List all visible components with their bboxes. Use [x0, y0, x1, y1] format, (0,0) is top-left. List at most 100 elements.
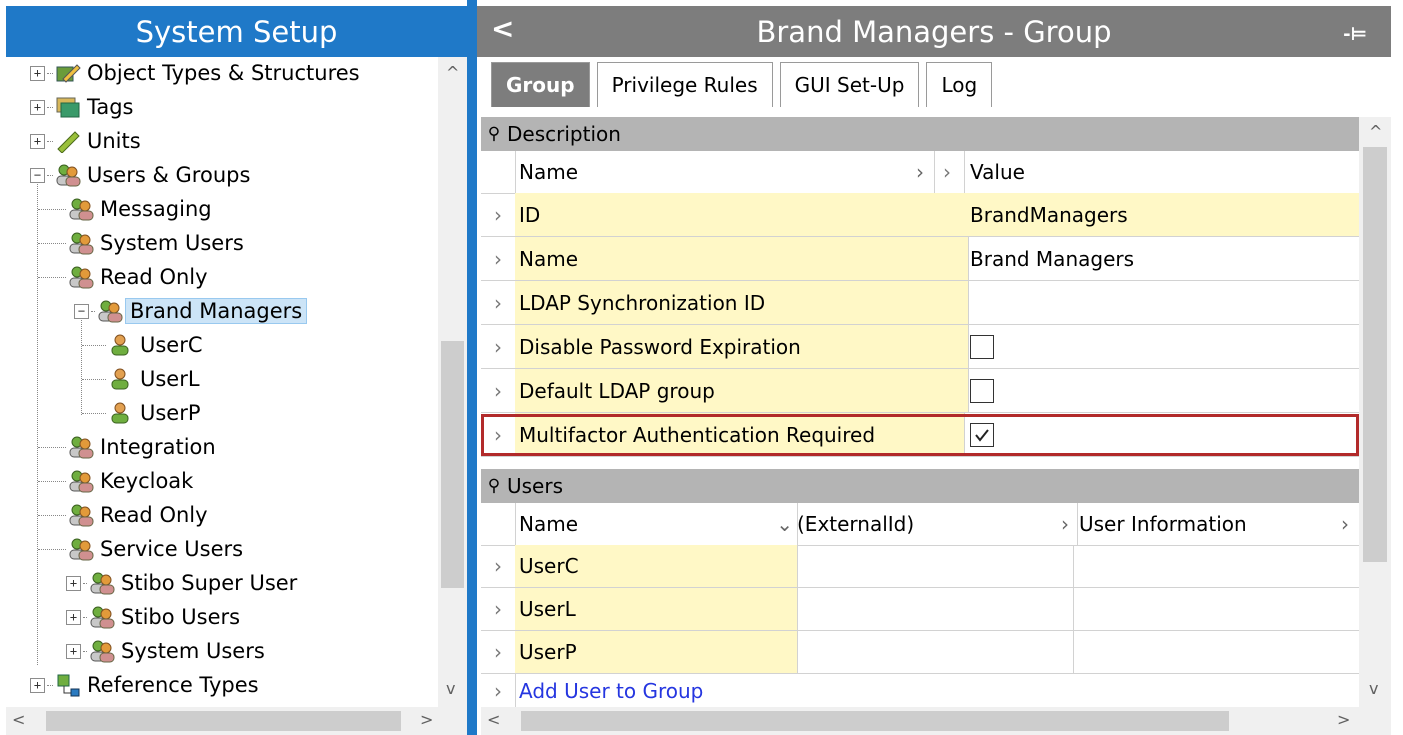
tab-group[interactable]: Group [491, 62, 590, 107]
default-ldap-group-checkbox[interactable] [970, 378, 994, 403]
tree-item-tags[interactable]: + Tags [30, 91, 134, 123]
tree-item-system-users-2[interactable]: + System Users [66, 635, 265, 667]
scroll-left-icon[interactable]: < [12, 710, 25, 729]
tree-item-userp[interactable]: UserP [82, 397, 201, 429]
users-section-header[interactable]: ⚲ Users [481, 469, 1359, 503]
id-value-field[interactable]: BrandManagers [964, 193, 1359, 236]
users-row-userl[interactable]: › UserL [481, 588, 1359, 631]
editor-horizontal-scrollbar[interactable]: < > [481, 707, 1359, 735]
expand-icon[interactable]: + [66, 643, 81, 659]
pin-icon[interactable]: -⊨ [1343, 24, 1367, 45]
expand-icon[interactable]: + [30, 99, 45, 115]
group-editor-panel: < Brand Managers - Group -⊨ Group Privil… [477, 0, 1403, 735]
tree-item-read-only-2[interactable]: Read Only [38, 499, 208, 531]
scroll-up-icon[interactable]: ^ [1369, 122, 1382, 141]
tree-item-read-only[interactable]: Read Only [38, 261, 208, 293]
scroll-thumb[interactable] [441, 341, 464, 588]
row-chevron-icon[interactable]: › [481, 545, 516, 587]
scroll-up-icon[interactable]: ^ [446, 63, 459, 82]
row-chevron-icon[interactable]: › [481, 588, 516, 630]
disable-password-expiration-checkbox[interactable] [970, 334, 994, 359]
collapse-icon[interactable]: − [74, 303, 89, 319]
description-row-ldap-sync-id[interactable]: › LDAP Synchronization ID [481, 281, 1359, 325]
tree-item-object-types[interactable]: + Object Types & Structures [30, 57, 360, 89]
description-row-default-ldap-group[interactable]: › Default LDAP group [481, 369, 1359, 413]
tab-log[interactable]: Log [926, 62, 993, 107]
expand-icon[interactable]: + [66, 575, 81, 591]
scroll-thumb[interactable] [1363, 147, 1387, 562]
row-chevron-icon[interactable]: › [481, 193, 516, 236]
users-row-userc[interactable]: › UserC [481, 545, 1359, 588]
scroll-right-icon[interactable]: > [1337, 710, 1350, 729]
description-row-disable-password-expiration[interactable]: › Disable Password Expiration [481, 325, 1359, 369]
tree-item-units[interactable]: + Units [30, 125, 141, 157]
scroll-down-icon[interactable]: v [1369, 679, 1378, 698]
tree-item-users-groups[interactable]: − Users & Groups [30, 159, 250, 191]
ldap-sync-id-field[interactable] [964, 281, 1359, 324]
tab-privilege-rules[interactable]: Privilege Rules [596, 62, 773, 107]
description-row-mfa-required[interactable]: › Multifactor Authentication Required [481, 413, 1359, 457]
tree-vertical-scrollbar[interactable]: ^ v [438, 57, 467, 707]
column-header-value[interactable]: Value [964, 151, 1359, 193]
tree-item-reference-types[interactable]: + Reference Types [30, 669, 259, 701]
row-chevron-icon[interactable]: › [481, 325, 516, 368]
tree-item-userc[interactable]: UserC [82, 329, 203, 361]
row-chevron-icon[interactable]: › [481, 369, 516, 412]
tree-item-keycloak[interactable]: Keycloak [38, 465, 193, 497]
description-section-header[interactable]: ⚲ Description [481, 117, 1359, 151]
tree-item-service-users[interactable]: Service Users [38, 533, 243, 565]
tree-item-stibo-super-user[interactable]: + Stibo Super User [66, 567, 297, 599]
scroll-corner [438, 707, 467, 735]
users-row-userp[interactable]: › UserP [481, 631, 1359, 674]
group-editor-title: Brand Managers - Group [756, 14, 1112, 49]
panel-splitter[interactable] [467, 0, 477, 735]
users-column-name[interactable]: Name ⌄ [515, 503, 798, 545]
back-chevron-icon[interactable]: < [491, 12, 514, 45]
scroll-down-icon[interactable]: v [446, 679, 455, 698]
scroll-thumb[interactable] [46, 711, 401, 731]
scroll-right-icon[interactable]: > [420, 710, 433, 729]
name-value-field[interactable]: Brand Managers [964, 237, 1359, 280]
selected-tree-label: Brand Managers [125, 298, 308, 324]
tree-item-system-users[interactable]: System Users [38, 227, 244, 259]
user-group-icon [97, 299, 123, 323]
tree-item-integration[interactable]: Integration [38, 431, 216, 463]
row-chevron-icon[interactable]: › [481, 631, 516, 673]
user-icon [108, 333, 134, 357]
row-chevron-icon[interactable]: › [481, 413, 516, 456]
user-group-icon [89, 605, 115, 629]
tree-item-userl[interactable]: UserL [82, 363, 200, 395]
row-chevron-icon[interactable]: › [481, 237, 516, 280]
tags-icon [55, 95, 81, 119]
row-chevron-icon[interactable]: › [481, 281, 516, 324]
mfa-required-checkbox[interactable] [970, 422, 994, 447]
row-chevron-icon[interactable]: › [481, 674, 516, 707]
description-row-id[interactable]: › ID BrandManagers [481, 193, 1359, 237]
column-chevron-icon[interactable]: › [1341, 512, 1349, 536]
sort-chevron-down-icon[interactable]: ⌄ [776, 512, 793, 536]
users-column-user-info[interactable]: User Information › [1073, 503, 1359, 545]
expand-icon[interactable]: + [30, 65, 45, 81]
pin-icon[interactable]: ⚲ [481, 124, 507, 144]
tree-item-messaging[interactable]: Messaging [38, 193, 212, 225]
editor-vertical-scrollbar[interactable]: ^ v [1359, 117, 1391, 707]
description-row-name[interactable]: › Name Brand Managers [481, 237, 1359, 281]
scroll-left-icon[interactable]: < [487, 710, 500, 729]
pin-icon[interactable]: ⚲ [481, 476, 507, 496]
column-chevron-icon[interactable]: › [1061, 512, 1069, 536]
tree-horizontal-scrollbar[interactable]: < > [6, 707, 438, 735]
editor-tabs: Group Privilege Rules GUI Set-Up Log [491, 62, 999, 110]
tree-item-brand-managers[interactable]: − Brand Managers [74, 295, 308, 327]
column-chevron-icon[interactable]: › [916, 160, 924, 184]
column-header-name[interactable]: Name › [515, 151, 935, 193]
expand-icon[interactable]: + [30, 133, 45, 149]
tab-gui-setup[interactable]: GUI Set-Up [779, 62, 920, 107]
expand-icon[interactable]: + [30, 677, 45, 693]
collapse-icon[interactable]: − [30, 167, 45, 183]
add-user-to-group-link[interactable]: Add User to Group [515, 674, 1079, 707]
tree-item-stibo-users[interactable]: + Stibo Users [66, 601, 240, 633]
scroll-thumb[interactable] [521, 711, 1229, 731]
expand-icon[interactable]: + [66, 609, 81, 625]
users-column-external-id[interactable]: (ExternalId) › [793, 503, 1078, 545]
column-chevron-icon[interactable]: › [930, 151, 965, 193]
